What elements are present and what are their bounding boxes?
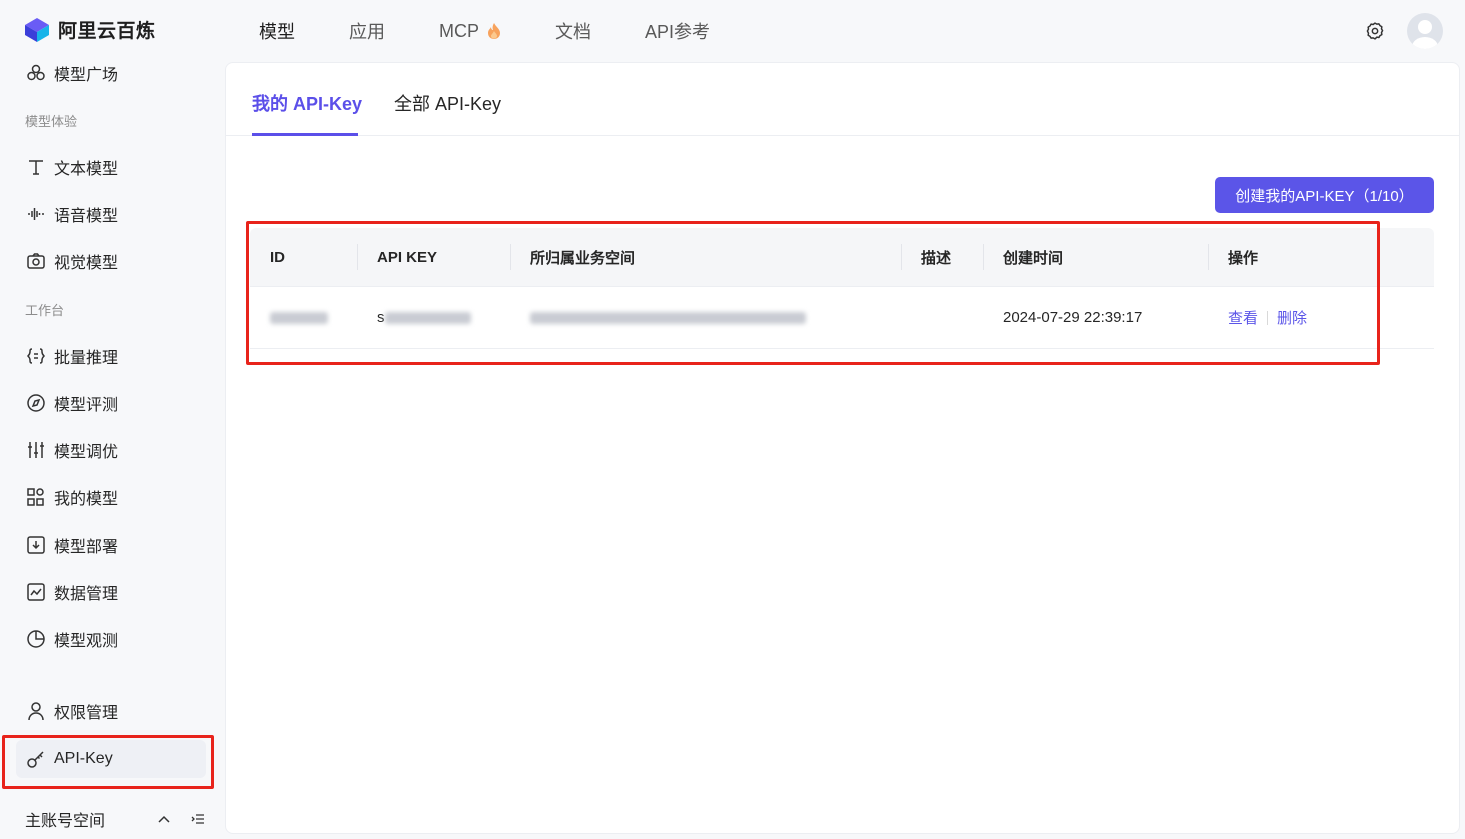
sidebar-section-experience: 模型体验 [25,114,78,129]
sidebar-item-text-model[interactable]: 文本模型 [26,155,118,179]
top-nav: 模型 应用 MCP 文档 API参考 [259,18,764,44]
sidebar-item-model-tuning[interactable]: 模型调优 [26,438,118,462]
nav-api-reference[interactable]: API参考 [645,18,710,44]
sidebar-item-label: 模型评测 [54,397,119,414]
flame-icon [488,23,500,39]
nav-api-reference-label: API参考 [645,22,711,42]
active-tab-indicator [252,133,358,136]
user-avatar-icon [1412,20,1438,49]
sidebar-item-data-management[interactable]: 数据管理 [26,580,118,604]
sidebar-item-vision-model[interactable]: 视觉模型 [26,249,118,273]
sidebar-item-model-deploy[interactable]: 模型部署 [26,533,118,557]
sliders-icon [28,442,44,458]
sidebar-item-label: 视觉模型 [54,255,119,272]
nav-model-label: 模型 [259,22,295,42]
sidebar-item-label: 模型观测 [54,633,119,650]
nav-app-label: 应用 [349,22,385,42]
top-bar: 阿里云百炼 模型 应用 MCP 文档 API参考 [0,0,1465,60]
top-right-actions [1365,13,1443,49]
brand-logo[interactable]: 阿里云百炼 [24,16,156,43]
gear-icon[interactable] [1365,21,1385,41]
tab-my-apikey[interactable]: 我的 API-Key [252,90,362,116]
sidebar-item-label: 模型广场 [54,67,119,84]
sidebar-item-model-observe[interactable]: 模型观测 [26,627,118,651]
brand-logo-icon [25,17,49,42]
waveform-icon [28,208,44,220]
chevron-up-icon[interactable] [157,812,171,826]
sidebar-item-my-models[interactable]: 我的模型 [26,485,118,509]
sidebar-section-workbench: 工作台 [25,303,65,318]
sidebar-item-label: 权限管理 [54,705,119,722]
nav-model[interactable]: 模型 [259,18,295,44]
nav-docs-label: 文档 [555,22,591,42]
sidebar-item-label: 模型调优 [54,444,119,461]
nav-docs[interactable]: 文档 [555,18,591,44]
apikey-tabs: 我的 API-Key 全部 API-Key [226,63,1459,136]
sidebar-item-label: 我的模型 [54,491,119,508]
user-icon [28,702,44,721]
pie-icon [27,630,45,648]
sidebar-item-permission[interactable]: 权限管理 [26,699,118,723]
camera-icon [27,253,45,269]
brand-name: 阿里云百炼 [58,21,156,42]
sidebar-item-label: 数据管理 [54,586,119,603]
annotation-highlight-apikey [2,735,214,789]
download-box-icon [27,536,45,554]
grid-icon [27,488,44,506]
tab-all-apikey[interactable]: 全部 API-Key [394,90,501,116]
compass-icon [27,394,45,412]
create-apikey-button[interactable]: 创建我的API-KEY（1/10） [1215,177,1434,213]
main-panel: 我的 API-Key 全部 API-Key 创建我的API-KEY（1/10） … [225,62,1460,834]
sidebar-item-label: 模型部署 [54,539,119,556]
nav-mcp-label: MCP [439,20,479,41]
workspace-label: 主账号空间 [25,813,106,830]
annotation-highlight-table [246,221,1380,365]
sidebar-item-label: 批量推理 [54,350,119,367]
sidebar-item-batch-inference[interactable]: 批量推理 [26,344,118,368]
sidebar: 模型广场 模型体验 文本模型 语音模型 视觉模型 工作台 批量推理 模型评测 模… [0,55,224,839]
sidebar-item-model-eval[interactable]: 模型评测 [26,391,118,415]
sidebar-item-voice-model[interactable]: 语音模型 [26,202,118,226]
chart-box-icon [27,583,45,601]
avatar[interactable] [1407,13,1443,49]
sidebar-item-label: 语音模型 [54,208,119,225]
nav-app[interactable]: 应用 [349,18,385,44]
sidebar-item-model-square[interactable]: 模型广场 [26,61,118,85]
braces-icon [26,348,46,364]
workspace-switcher[interactable]: 主账号空间 [25,807,205,831]
nav-mcp[interactable]: MCP [439,18,501,44]
model-square-icon [27,64,45,81]
text-icon [29,160,43,175]
collapse-menu-icon[interactable] [191,812,205,826]
sidebar-item-label: 文本模型 [54,161,119,178]
